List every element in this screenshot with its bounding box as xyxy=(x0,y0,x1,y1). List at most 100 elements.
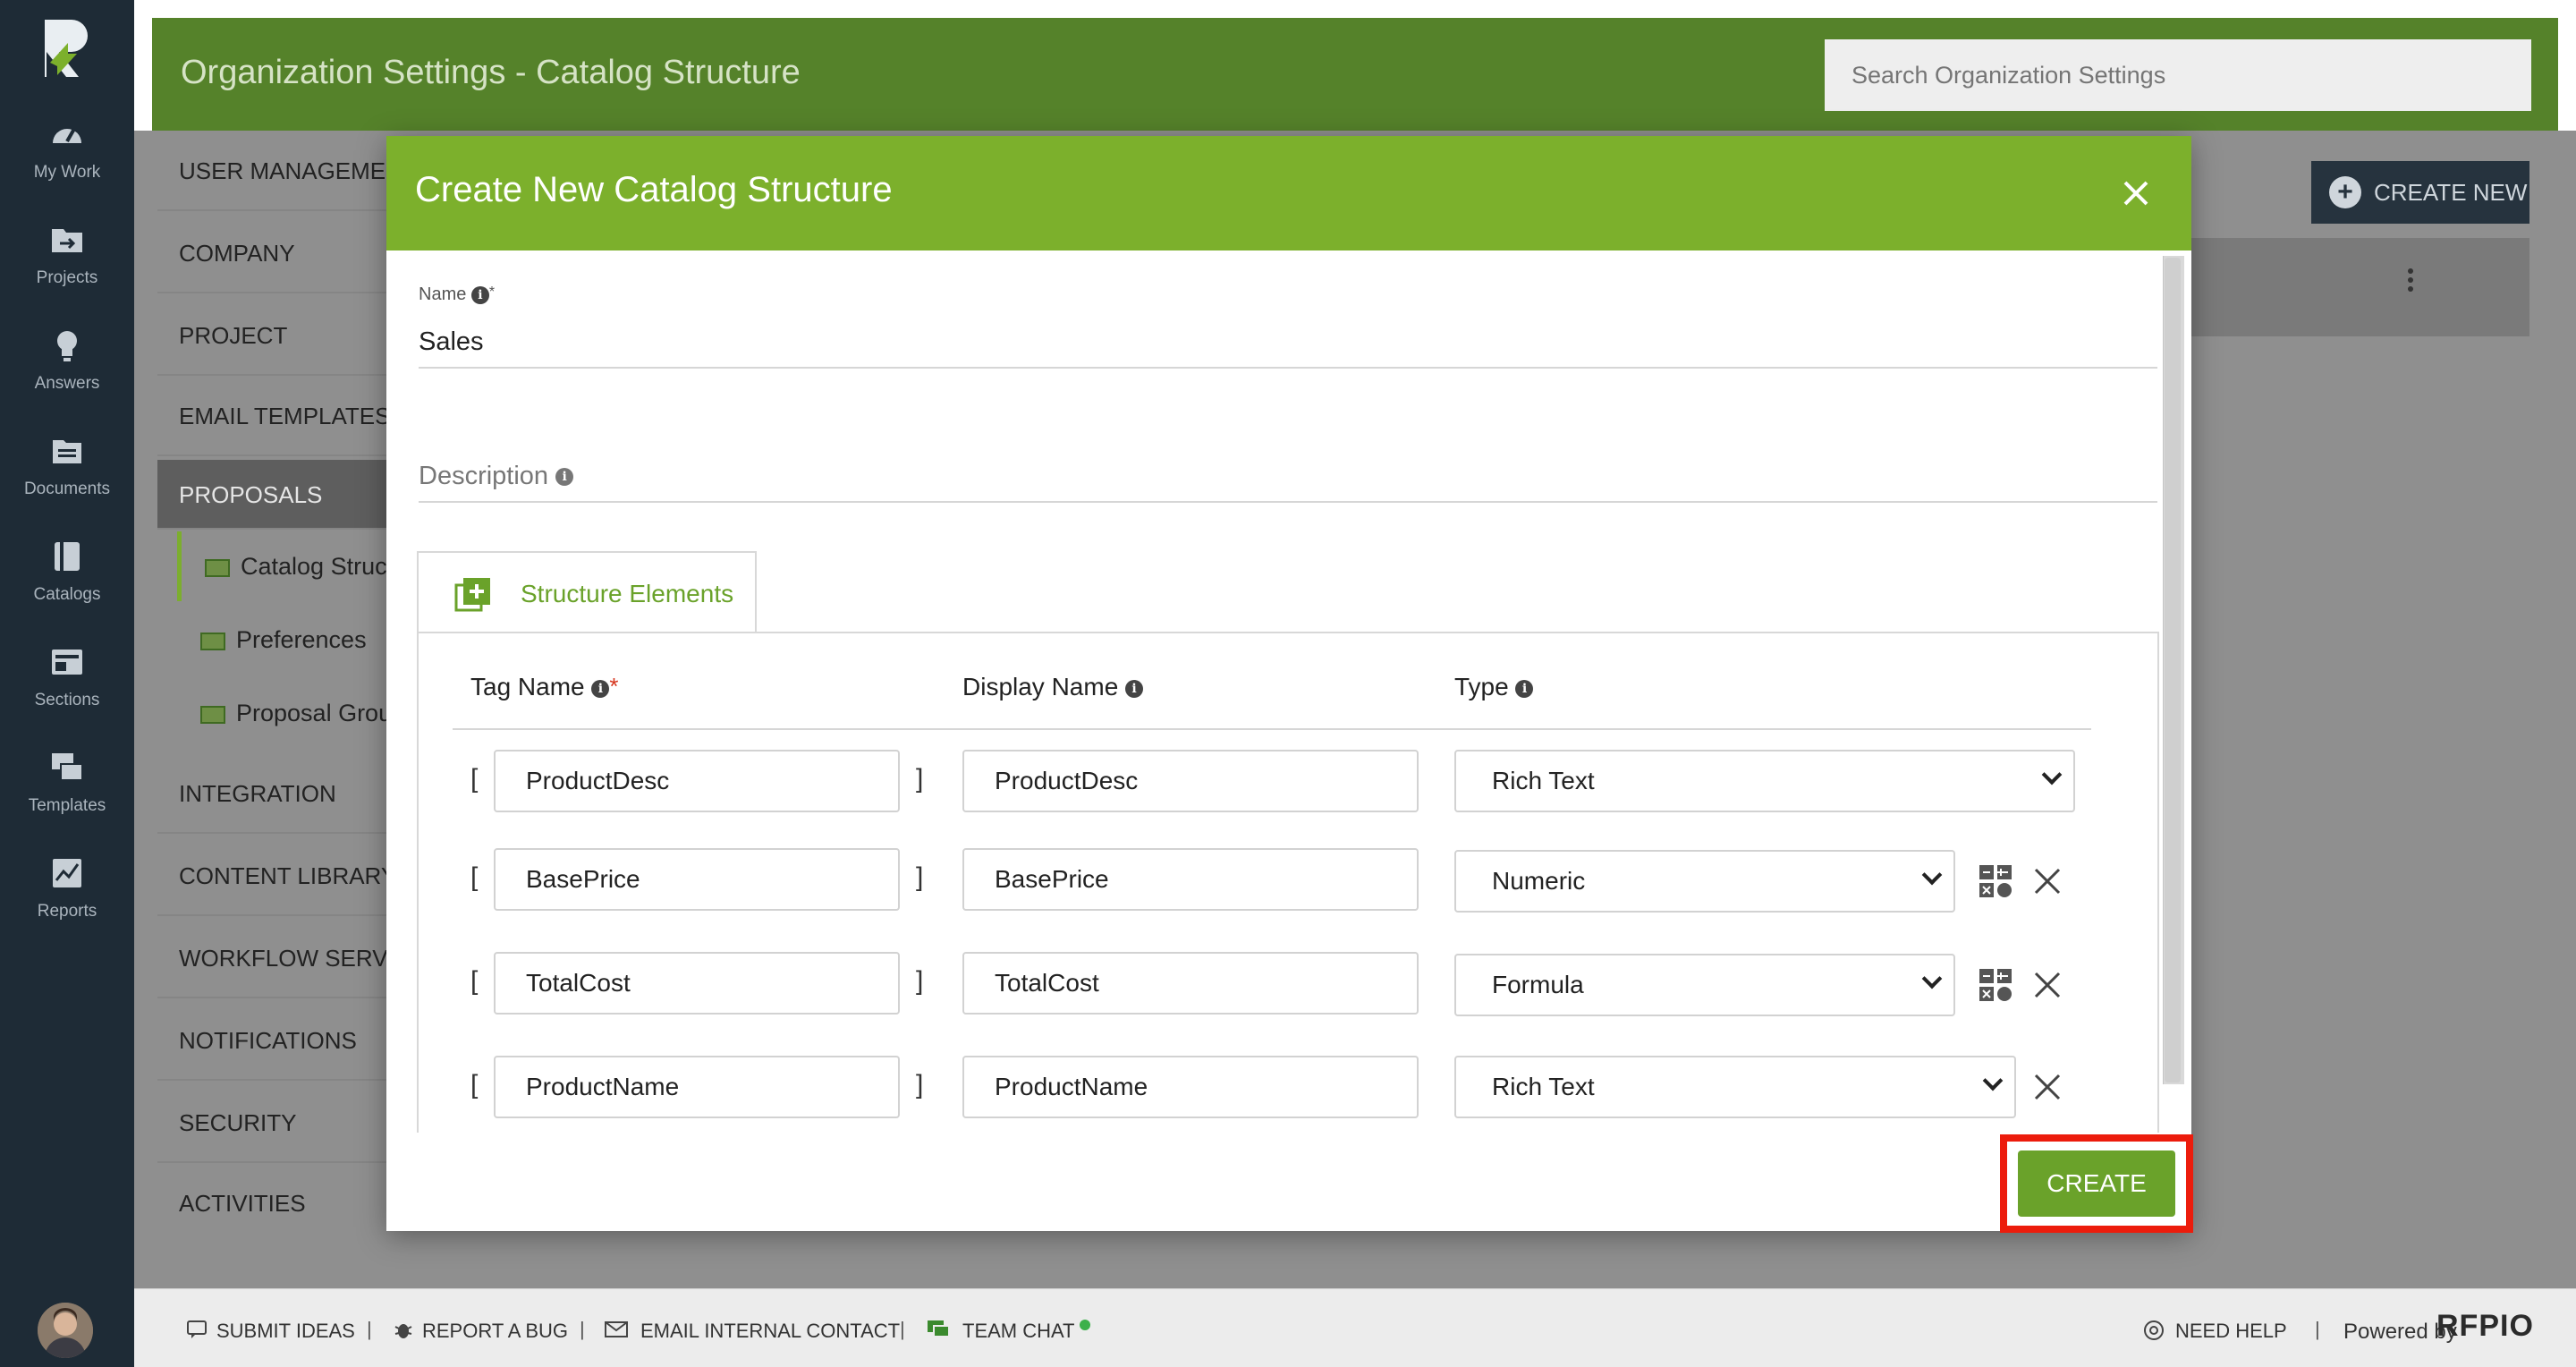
column-header-tag-name: Tag Name i * xyxy=(470,673,619,701)
name-input[interactable] xyxy=(419,317,2157,369)
bracket-close: ] xyxy=(916,966,924,996)
proposal-groups-icon xyxy=(200,705,225,724)
footer-bar: SUBMIT IDEAS | REPORT A BUG | EMAIL INTE… xyxy=(134,1288,2576,1367)
type-select[interactable]: Numeric xyxy=(1454,850,1955,913)
rail-item-answers[interactable]: Answers xyxy=(0,327,134,426)
header-divider xyxy=(453,728,2091,730)
tag-name-input[interactable] xyxy=(494,750,900,812)
info-icon[interactable]: i xyxy=(591,679,610,698)
remove-row-icon[interactable] xyxy=(2032,1072,2063,1102)
search-settings-input[interactable] xyxy=(1825,39,2531,111)
catalog-structure-icon xyxy=(205,558,230,577)
plus-icon: + xyxy=(2329,176,2361,208)
ideas-chat-icon xyxy=(187,1320,207,1338)
remove-row-icon[interactable] xyxy=(2032,970,2063,1000)
footer-separator: | xyxy=(580,1318,585,1340)
column-header-type: Type i xyxy=(1454,673,1534,701)
report-bug-link[interactable]: REPORT A BUG xyxy=(422,1320,568,1343)
avatar-image xyxy=(38,1303,93,1358)
rail-item-projects[interactable]: Projects xyxy=(0,222,134,320)
sections-icon xyxy=(52,650,82,675)
info-icon[interactable]: i xyxy=(1515,679,1534,698)
rail-label: Sections xyxy=(34,691,100,709)
rail-item-reports[interactable]: Reports xyxy=(0,855,134,954)
nav-sub-preferences[interactable]: Preferences xyxy=(177,605,410,675)
create-catalog-structure-modal: Create New Catalog Structure Name i* Des… xyxy=(386,136,2193,1233)
create-new-label: CREATE NEW xyxy=(2374,179,2528,206)
display-name-input[interactable] xyxy=(962,952,1419,1015)
rail-label: Templates xyxy=(28,796,106,815)
page-title: Organization Settings - Catalog Structur… xyxy=(181,54,801,91)
rail-item-templates[interactable]: Templates xyxy=(0,750,134,848)
calculator-icon[interactable] xyxy=(1979,864,2012,898)
type-select[interactable]: Rich Text xyxy=(1454,750,2075,812)
nav-notifications[interactable]: NOTIFICATIONS xyxy=(157,1000,408,1081)
display-name-input[interactable] xyxy=(962,1056,1419,1118)
nav-workflow-services[interactable]: WORKFLOW SERVICES xyxy=(157,918,408,998)
required-asterisk: * xyxy=(609,673,619,700)
team-chat-link[interactable]: TEAM CHAT xyxy=(962,1320,1091,1343)
tag-name-input[interactable] xyxy=(494,1056,900,1118)
rail-label: My Work xyxy=(33,163,101,182)
email-internal-contact-link[interactable]: EMAIL INTERNAL CONTACT xyxy=(640,1320,900,1343)
bracket-open: [ xyxy=(470,862,479,892)
team-chat-icon xyxy=(928,1320,950,1337)
nav-security[interactable]: SECURITY xyxy=(157,1083,408,1163)
bracket-open: [ xyxy=(470,1070,479,1100)
calculator-icon[interactable] xyxy=(1979,968,2012,1002)
display-name-input[interactable] xyxy=(962,848,1419,911)
submit-ideas-link[interactable]: SUBMIT IDEAS xyxy=(216,1320,355,1343)
nav-user-management[interactable]: USER MANAGEMENT xyxy=(157,131,408,211)
rail-label: Documents xyxy=(23,480,111,498)
tag-name-input[interactable] xyxy=(494,952,900,1015)
nav-proposals[interactable]: PROPOSALS xyxy=(157,460,408,530)
rail-label: Catalogs xyxy=(33,585,101,604)
nav-project[interactable]: PROJECT xyxy=(157,295,408,376)
kebab-menu-icon[interactable] xyxy=(2406,267,2415,293)
nav-email-templates[interactable]: EMAIL TEMPLATES xyxy=(157,376,408,456)
tab-structure-elements[interactable]: Structure Elements xyxy=(417,551,757,633)
nav-integration[interactable]: INTEGRATION xyxy=(157,753,408,834)
column-header-label: Tag Name xyxy=(470,673,585,700)
info-icon[interactable]: i xyxy=(470,285,489,304)
nav-company[interactable]: COMPANY xyxy=(157,213,408,293)
info-icon[interactable]: i xyxy=(1125,679,1144,698)
close-icon xyxy=(2123,181,2148,206)
rail-item-catalogs[interactable]: Catalogs xyxy=(0,539,134,637)
type-select[interactable]: Rich Text xyxy=(1454,1056,2016,1118)
documents-icon xyxy=(53,440,81,463)
rail-label: Reports xyxy=(37,902,97,921)
help-lifebuoy-icon xyxy=(2144,1320,2164,1340)
modal-title: Create New Catalog Structure xyxy=(415,170,893,209)
bracket-open: [ xyxy=(470,966,479,996)
chevron-down-icon xyxy=(1921,864,1943,886)
rail-item-sections[interactable]: Sections xyxy=(0,644,134,743)
add-box-icon xyxy=(454,578,490,612)
description-input[interactable] xyxy=(419,451,2157,503)
close-modal-button[interactable] xyxy=(2118,175,2154,211)
create-new-button[interactable]: + CREATE NEW xyxy=(2311,161,2529,224)
type-select-value: Formula xyxy=(1492,971,1584,998)
tag-name-input[interactable] xyxy=(494,848,900,911)
type-select-value: Rich Text xyxy=(1492,1073,1595,1100)
bracket-close: ] xyxy=(916,862,924,892)
rail-label: Projects xyxy=(36,268,98,287)
rail-item-my-work[interactable]: My Work xyxy=(0,116,134,215)
nav-content-library[interactable]: CONTENT LIBRARY xyxy=(157,836,408,916)
footer-separator: | xyxy=(2315,1318,2320,1340)
type-select[interactable]: Formula xyxy=(1454,954,1955,1016)
rail-item-documents[interactable]: Documents xyxy=(0,433,134,531)
user-avatar[interactable] xyxy=(38,1303,93,1358)
reports-chart-icon xyxy=(53,859,81,887)
app-logo-icon[interactable] xyxy=(38,16,97,81)
page-header: Organization Settings - Catalog Structur… xyxy=(152,18,2558,131)
column-header-label: Display Name xyxy=(962,673,1119,700)
modal-scrollbar-thumb[interactable] xyxy=(2165,258,2181,1083)
display-name-input[interactable] xyxy=(962,750,1419,812)
nav-activities[interactable]: ACTIVITIES xyxy=(157,1163,408,1244)
nav-sub-proposal-groups[interactable]: Proposal Groups xyxy=(177,678,410,748)
rfpio-brand-logo: RFPIO xyxy=(2436,1309,2534,1343)
remove-row-icon[interactable] xyxy=(2032,866,2063,896)
nav-sub-catalog-structure[interactable]: Catalog Structure xyxy=(177,531,410,601)
need-help-link[interactable]: NEED HELP xyxy=(2175,1320,2287,1343)
